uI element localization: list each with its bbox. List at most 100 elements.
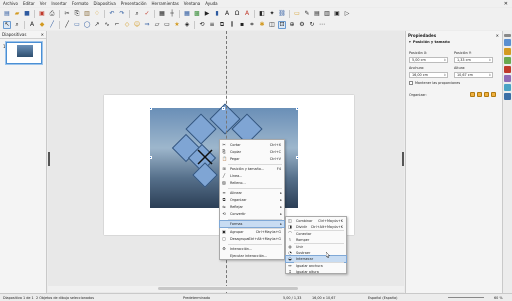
zoom-slider[interactable] xyxy=(448,297,484,298)
submenu-item-sustraer[interactable]: ◔ Sustraer xyxy=(286,250,346,256)
zoom-icon[interactable]: ⌕ xyxy=(13,21,21,29)
position-size-section[interactable]: ▾ Posición y tamaño xyxy=(406,39,502,45)
curve-icon[interactable]: ∿ xyxy=(103,21,111,29)
fill-color-icon[interactable]: ◆ xyxy=(38,21,46,29)
menu-item-posicion-tamano[interactable]: ⊞ Posición y tamaño... F4 xyxy=(220,166,284,172)
menu-diapositiva[interactable]: Diapositiva xyxy=(93,1,115,6)
filter-icon[interactable]: ✱ xyxy=(258,21,266,29)
layout-name[interactable]: Predeterminado xyxy=(183,296,210,300)
grid-icon[interactable]: ▦ xyxy=(158,10,166,18)
rectangle-icon[interactable]: ▭ xyxy=(73,21,81,29)
submenu-item-conectar[interactable]: ⌒ Conectar xyxy=(286,231,346,237)
print-icon[interactable]: ⎙ xyxy=(48,10,56,18)
navigator-tab-icon[interactable] xyxy=(504,93,511,100)
chart-icon[interactable]: ▮ xyxy=(213,10,221,18)
menu-item-linea[interactable]: ╱ Línea... xyxy=(220,173,284,179)
menu-item-pegar[interactable]: 📋 Pegar Ctrl+V xyxy=(220,156,284,162)
close-panel-icon[interactable]: ✕ xyxy=(41,32,44,37)
callouts-icon[interactable]: ▭ xyxy=(163,21,171,29)
spelling-icon[interactable]: ✓ xyxy=(143,10,151,18)
copy-icon[interactable]: ⎘ xyxy=(73,10,81,18)
properties-tab-icon[interactable] xyxy=(504,39,511,46)
menu-ayuda[interactable]: Ayuda xyxy=(205,1,217,6)
bring-forward-icon[interactable] xyxy=(477,92,482,97)
save-icon[interactable]: ■ xyxy=(23,10,31,18)
helplines-icon[interactable]: ┼ xyxy=(168,10,176,18)
menu-item-interaccion[interactable]: ⚙ Interacción... xyxy=(220,246,284,252)
cut-icon[interactable]: ✂ xyxy=(63,10,71,18)
rotate-icon[interactable]: ⟲ xyxy=(198,21,206,29)
spin-arrows-icon[interactable]: ⇕ xyxy=(488,73,491,77)
gallery-tab-icon[interactable] xyxy=(504,84,511,91)
language-status[interactable]: Español (España) xyxy=(368,296,397,300)
menu-item-reflejar[interactable]: ⇋ Reflejar ▸ xyxy=(220,204,284,210)
connector-icon[interactable]: ⌐ xyxy=(113,21,121,29)
fontwork-icon[interactable]: A xyxy=(243,10,251,18)
selection-handle[interactable] xyxy=(222,107,225,110)
animation-icon[interactable]: ✦ xyxy=(268,10,276,18)
menu-ventana[interactable]: Ventana xyxy=(184,1,200,6)
open-folder-icon[interactable]: ▰ xyxy=(13,10,21,18)
spin-arrows-icon[interactable]: ⇕ xyxy=(443,58,446,62)
undo-icon[interactable]: ↶ xyxy=(108,10,116,18)
crop-icon[interactable]: ⌗ xyxy=(248,21,256,29)
spin-arrows-icon[interactable]: ⇕ xyxy=(488,58,491,62)
submenu-item-igualar-anchura[interactable]: ↔ Igualar anchura xyxy=(286,263,346,269)
submenu-item-romper[interactable]: ⌇ Romper xyxy=(286,237,346,243)
export-pdf-icon[interactable]: ▣ xyxy=(38,10,46,18)
image-icon[interactable]: ▩ xyxy=(193,10,201,18)
menu-insertar[interactable]: Insertar xyxy=(51,1,67,6)
menu-item-ejecutar-interaccion[interactable]: Ejecutar interacción... xyxy=(220,253,284,259)
3d-objects-icon[interactable]: ◈ xyxy=(183,21,191,29)
master-slides-tab-icon[interactable] xyxy=(504,66,511,73)
align-icon[interactable]: ≡ xyxy=(208,21,216,29)
width-field[interactable]: 16,00 cm ⇕ xyxy=(409,72,448,78)
stars-icon[interactable]: ★ xyxy=(173,21,181,29)
new-document-icon[interactable]: ▤ xyxy=(3,10,11,18)
special-character-icon[interactable]: Ω xyxy=(233,10,241,18)
spin-arrows-icon[interactable]: ⇕ xyxy=(443,73,446,77)
display-views-icon[interactable]: ▤ xyxy=(313,10,321,18)
transitions-icon[interactable]: ◧ xyxy=(258,10,266,18)
menu-item-desagrupar[interactable]: ▢ Desagrupar Ctrl+Alt+Mayús+G xyxy=(220,236,284,242)
send-backward-icon[interactable] xyxy=(484,92,489,97)
comment-icon[interactable]: ▭ xyxy=(293,10,301,18)
line-icon[interactable]: ╱ xyxy=(63,21,71,29)
menu-herramientas[interactable]: Herramientas xyxy=(152,1,179,6)
styles-tab-icon[interactable] xyxy=(504,75,511,82)
selection-handle[interactable] xyxy=(296,156,299,159)
menu-item-alinear[interactable]: ≡ Alinear ▸ xyxy=(220,190,284,196)
slide-thumbnail[interactable] xyxy=(5,41,43,65)
toggle-extrusion-icon[interactable]: ◫ xyxy=(268,21,276,29)
points-icon[interactable]: ⊡ xyxy=(278,20,286,29)
menu-item-cortar[interactable]: ✂ Cortar Ctrl+X xyxy=(220,142,284,148)
sidebar-menu-icon[interactable] xyxy=(504,34,511,37)
pos-y-field[interactable]: 1,33 cm ⇕ xyxy=(454,57,493,63)
close-sidebar-icon[interactable]: ✕ xyxy=(496,33,499,38)
ellipse-icon[interactable]: ◯ xyxy=(83,21,91,29)
redo-icon[interactable]: ↷ xyxy=(118,10,126,18)
menu-archivo[interactable]: Archivo xyxy=(3,1,18,6)
horizontal-scrollbar[interactable] xyxy=(48,286,404,292)
selection-handle[interactable] xyxy=(149,156,152,159)
hyperlink-icon[interactable]: ⛓ xyxy=(278,10,286,18)
interaction-icon[interactable]: ⚙ xyxy=(298,21,306,29)
selection-handle[interactable] xyxy=(149,107,152,110)
bring-to-front-icon[interactable] xyxy=(470,92,475,97)
slideshow-current-icon[interactable]: ▷ xyxy=(343,10,351,18)
submenu-item-intersecar[interactable]: ◒ Intersecar xyxy=(285,255,347,263)
close-document-icon[interactable]: ✕ xyxy=(504,1,508,7)
track-changes-icon[interactable]: ✎ xyxy=(303,10,311,18)
line-arrow-icon[interactable]: ↗ xyxy=(93,21,101,29)
submenu-item-unir[interactable]: ◍ Unir xyxy=(286,244,346,250)
menu-presentacion[interactable]: Presentación xyxy=(121,1,147,6)
height-field[interactable]: 10,67 cm ⇕ xyxy=(454,72,493,78)
shadow-icon[interactable]: ▪ xyxy=(238,21,246,29)
media-icon[interactable]: ▶ xyxy=(203,10,211,18)
basic-shapes-icon[interactable]: ◇ xyxy=(123,21,131,29)
menu-formato[interactable]: Formato xyxy=(72,1,89,6)
menu-item-organizar[interactable]: ⧉ Organizar ▸ xyxy=(220,197,284,203)
menu-item-formas[interactable]: Formas ▸ xyxy=(219,220,285,228)
pos-x-field[interactable]: 5,00 cm ⇕ xyxy=(409,57,448,63)
glue-points-icon[interactable]: ⊕ xyxy=(288,21,296,29)
